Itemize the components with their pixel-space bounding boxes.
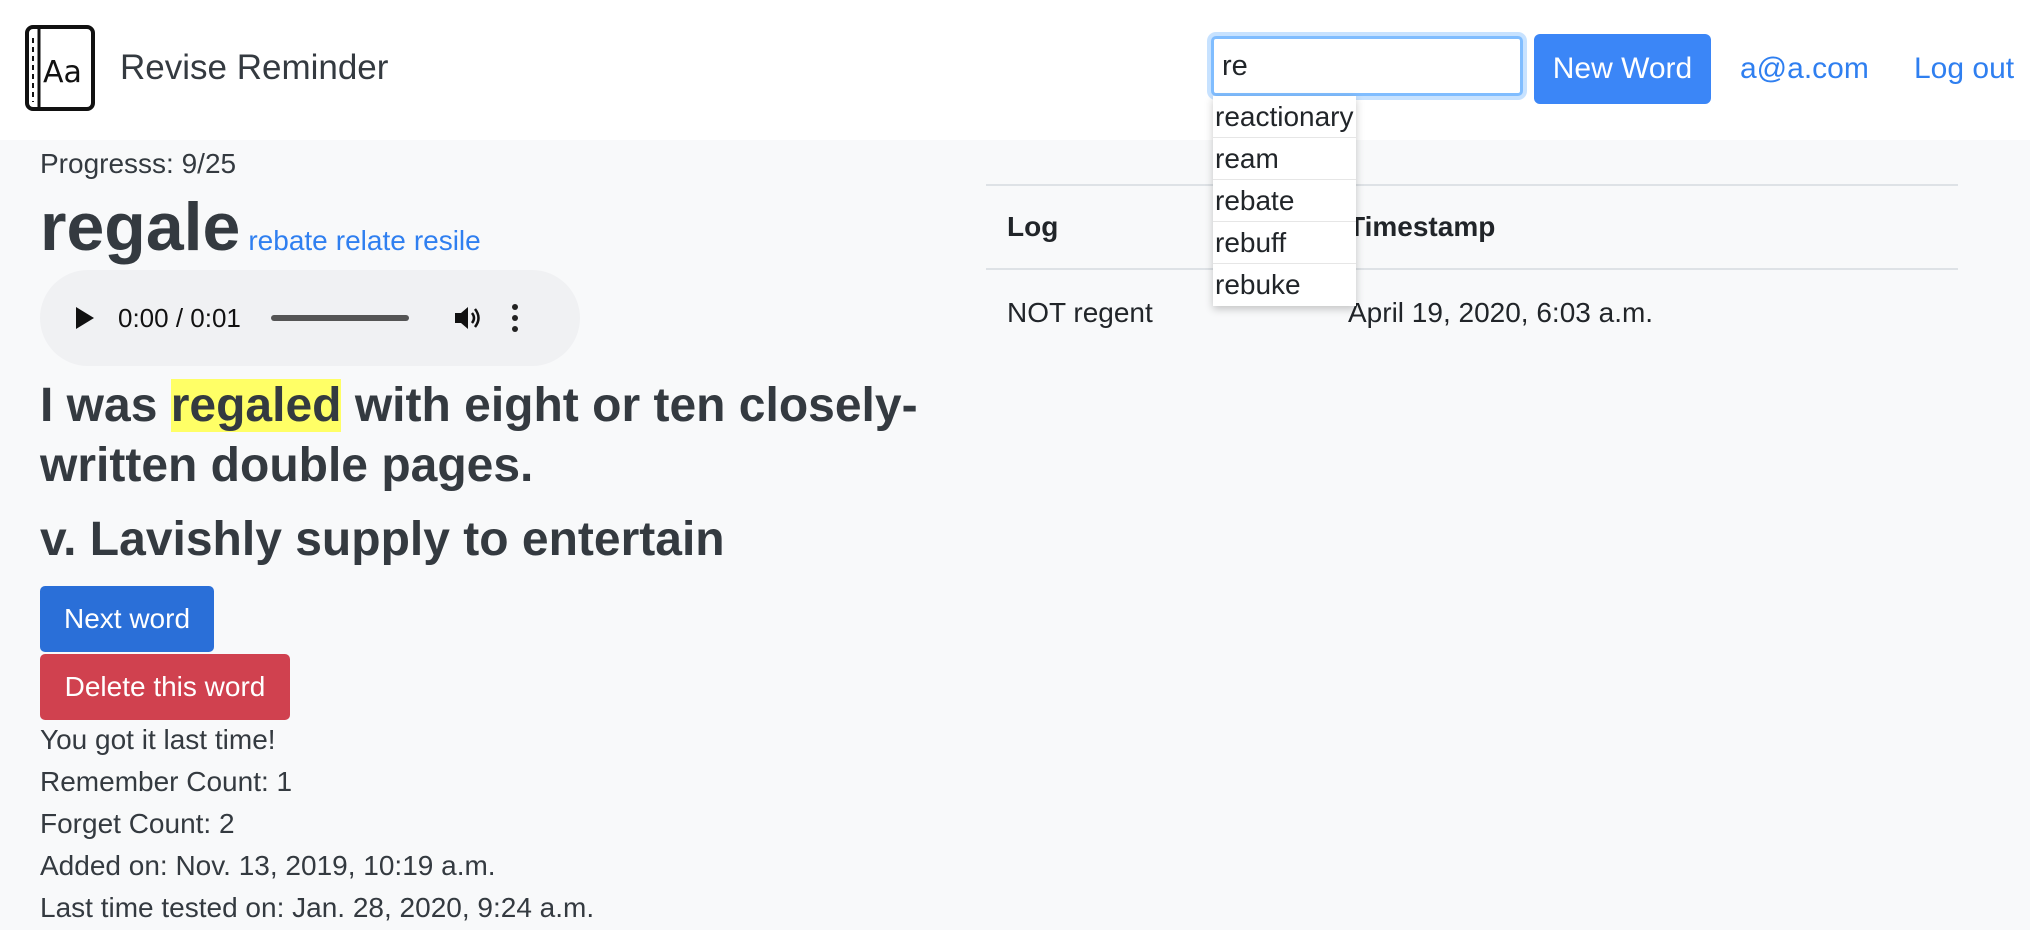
autocomplete-item[interactable]: rebuff	[1213, 222, 1356, 264]
remember-count: Remember Count: 1	[40, 766, 293, 797]
autocomplete-item[interactable]: ream	[1213, 138, 1356, 180]
main-content: Progresss: 9/25 regale rebate relate resil…	[0, 140, 2030, 930]
word-title: regale	[40, 189, 241, 265]
similar-words: rebate relate resile	[248, 225, 488, 257]
timestamp-cell: April 19, 2020, 6:03 a.m.	[1348, 296, 1654, 328]
user-email-link[interactable]: a@a.com	[1740, 52, 1869, 86]
new-word-button[interactable]: New Word	[1534, 34, 1711, 104]
forget-count: Forget Count: 2	[40, 808, 235, 839]
brand[interactable]: Aa Revise Reminder	[24, 24, 388, 112]
play-icon[interactable]	[76, 307, 94, 329]
navbar: Aa Revise Reminder New Word a@a.com Log …	[0, 0, 2030, 140]
audio-time: 0:00 / 0:01	[118, 302, 241, 333]
autocomplete-item[interactable]: rebuke	[1213, 264, 1356, 306]
similar-word-link[interactable]: relate	[336, 225, 406, 256]
last-result-text: You got it last time!	[40, 724, 276, 755]
table-row: NOT regent April 19, 2020, 6:03 a.m.	[986, 269, 1958, 355]
similar-word-link[interactable]: resile	[414, 225, 481, 256]
search-input[interactable]	[1211, 36, 1523, 96]
autocomplete-item[interactable]: rebate	[1213, 180, 1356, 222]
highlighted-word: regaled	[170, 379, 342, 432]
similar-word-link[interactable]: rebate	[248, 225, 327, 256]
example-sentence: I was regaled with eight or ten closely-…	[40, 379, 918, 492]
autocomplete-item[interactable]: reactionary	[1213, 96, 1356, 138]
logout-link[interactable]: Log out	[1914, 52, 2014, 86]
volume-icon[interactable]	[453, 304, 483, 332]
word-header: regale rebate relate resile	[40, 188, 489, 266]
more-options-icon[interactable]	[511, 304, 519, 332]
autocomplete-dropdown: reactionary ream rebate rebuff rebuke	[1213, 96, 1356, 306]
added-on: Added on: Nov. 13, 2019, 10:19 a.m.	[40, 850, 496, 881]
delete-word-button[interactable]: Delete this word	[40, 654, 290, 720]
dictionary-book-icon: Aa	[25, 25, 95, 111]
last-tested: Last time tested on: Jan. 28, 2020, 9:24…	[40, 892, 595, 923]
progress-text: Progresss: 9/25	[40, 148, 237, 179]
word-definition: v. Lavishly supply to entertain	[40, 513, 725, 566]
next-word-button[interactable]: Next word	[40, 586, 214, 652]
logo-text: Aa	[43, 55, 82, 90]
audio-progress-slider[interactable]	[270, 315, 409, 321]
brand-name: Revise Reminder	[120, 48, 389, 87]
timestamp-header: Timestamp	[1327, 184, 1958, 270]
audio-player: 0:00 / 0:01	[40, 270, 580, 366]
log-table: Log Timestamp NOT regent April 19, 2020,…	[986, 184, 1958, 355]
